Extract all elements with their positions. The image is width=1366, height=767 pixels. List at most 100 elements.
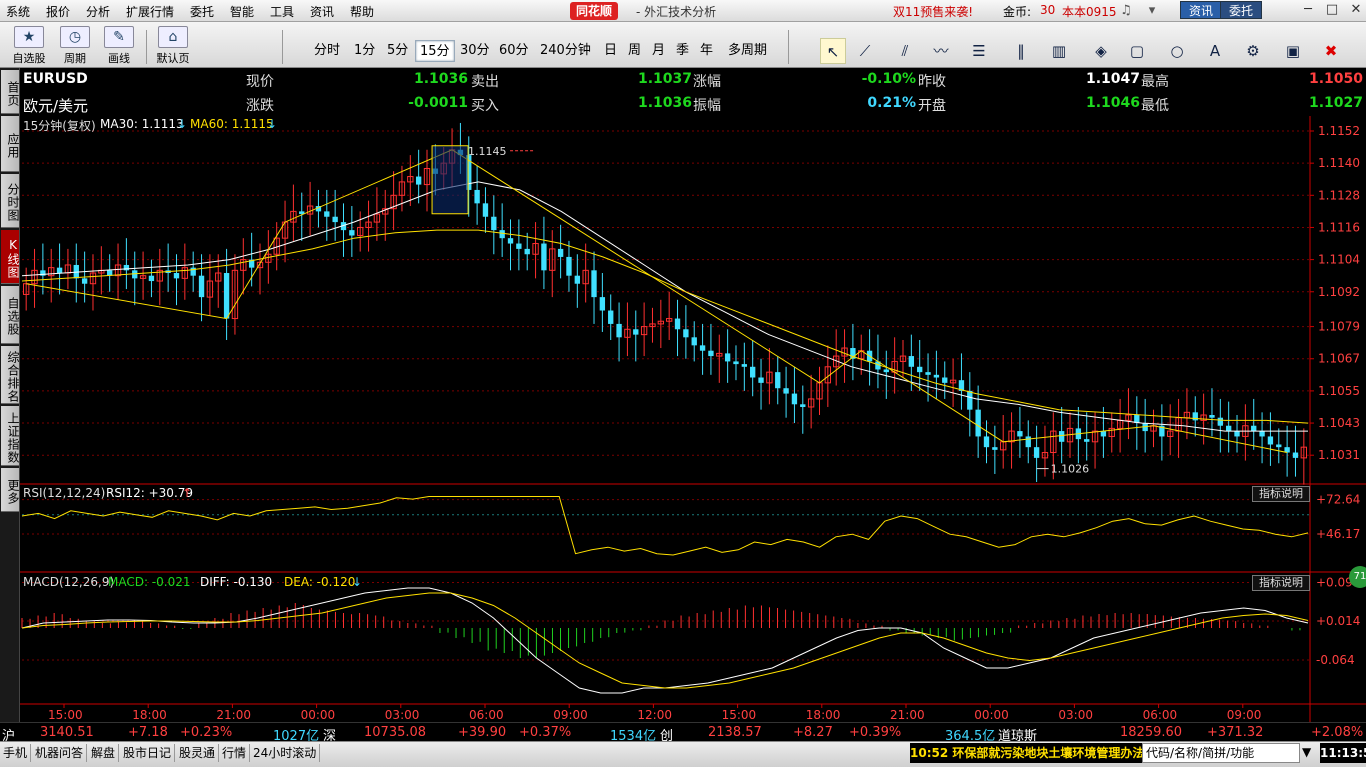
status-qa[interactable]: 机器问答 <box>32 744 88 762</box>
fib-tool-icon[interactable]: ☰ <box>966 38 992 64</box>
bookmark-icon[interactable]: ▣ <box>1280 38 1306 64</box>
delete-icon[interactable]: ✖ <box>1318 38 1344 64</box>
label-change-pct: 涨幅 <box>693 74 721 90</box>
status-stockspirit[interactable]: 股灵通 <box>176 744 220 762</box>
menu-analysis[interactable]: 分析 <box>86 3 110 20</box>
tab-home[interactable]: 首页 <box>1 70 20 114</box>
price-tick-label: 1.1092 <box>1318 285 1360 299</box>
candle <box>758 377 764 383</box>
period-button[interactable]: ◷ 周期 <box>52 24 98 66</box>
ma60-arrow-icon: ↓ <box>267 117 278 131</box>
promo-link[interactable]: 双11预售来袭! <box>893 3 973 20</box>
search-input[interactable]: 代码/名称/简拼/功能 <box>1142 743 1300 763</box>
bell-icon[interactable]: ♫ <box>1117 2 1135 20</box>
menu-tools[interactable]: 工具 <box>270 3 294 20</box>
period-60min[interactable]: 60分 <box>495 40 533 62</box>
status-mobile[interactable]: 手机 <box>0 744 32 762</box>
period-month[interactable]: 月 <box>648 40 669 62</box>
kline-chart[interactable]: 1.1152 1.1140 1.1128 1.1116 1.1104 1.1092 1.10… <box>20 116 1366 722</box>
line-tool-icon[interactable]: ⟋ <box>852 38 878 64</box>
tab-intraday[interactable]: 分时图 <box>1 174 20 228</box>
candle <box>1292 452 1299 458</box>
search-dropdown-icon[interactable]: ▼ <box>1302 745 1311 759</box>
minimize-icon[interactable]: ─ <box>1296 1 1320 19</box>
trade-button[interactable]: 委托 <box>1220 1 1263 19</box>
low-marker-label: 1.1026 <box>1051 463 1090 476</box>
menu-news[interactable]: 资讯 <box>310 3 334 20</box>
menu-help[interactable]: 帮助 <box>350 3 374 20</box>
status-bar: 手机 机器问答 解盘 股市日记 股灵通 行情 24小时滚动 10:52 环保部就… <box>0 741 1366 767</box>
period-quarter[interactable]: 季 <box>672 40 693 62</box>
label-price: 现价 <box>246 74 274 90</box>
version-label[interactable]: 本本0915 <box>1062 3 1117 20</box>
menu-smart[interactable]: 智能 <box>230 3 254 20</box>
news-ticker[interactable]: 10:52 环保部就污染地块土壤环境管理办法 <box>910 743 1142 763</box>
menu-extended[interactable]: 扩展行情 <box>126 3 174 20</box>
gann-tool-icon[interactable]: ‖ <box>1008 38 1034 64</box>
tab-kline[interactable]: K线图 <box>1 230 20 284</box>
text-tool-icon[interactable]: A <box>1202 38 1228 64</box>
candle <box>524 248 530 255</box>
gear-icon[interactable]: ⚙ <box>1240 38 1266 64</box>
menu-bar: 系统 报价 分析 扩展行情 委托 智能 工具 资讯 帮助 同花顺 - 外汇技术分… <box>0 0 1366 22</box>
coin-label: 金币: <box>1003 5 1032 19</box>
menu-system[interactable]: 系统 <box>6 3 30 20</box>
time-label: 09:00 <box>1227 708 1262 722</box>
period-5min[interactable]: 5分 <box>383 40 412 62</box>
period-day[interactable]: 日 <box>600 40 621 62</box>
favorites-button[interactable]: ★ 自选股 <box>6 24 52 66</box>
menu-trade[interactable]: 委托 <box>190 3 214 20</box>
channel-tool-icon[interactable]: ◈ <box>1088 38 1114 64</box>
default-page-button[interactable]: ⌂ 默认页 <box>150 24 196 66</box>
period-30min[interactable]: 30分 <box>456 40 494 62</box>
rsi-help-button[interactable]: 指标说明 <box>1252 486 1310 502</box>
maximize-icon[interactable]: □ <box>1320 1 1344 19</box>
status-market[interactable]: 行情 <box>219 744 251 762</box>
symbol-name: 欧元/美元 <box>23 97 89 115</box>
chart-area[interactable]: 1.1152 1.1140 1.1128 1.1116 1.1104 1.1092 1.10… <box>20 116 1366 722</box>
cursor-icon[interactable]: ↖ <box>820 38 846 64</box>
tab-shanghai-index[interactable]: 上证指数 <box>1 406 20 466</box>
period-240min[interactable]: 240分钟 <box>536 40 595 62</box>
rsi-line <box>21 496 1309 556</box>
candle <box>1251 425 1257 432</box>
close-icon[interactable]: ✕ <box>1344 1 1366 19</box>
rect-tool-icon[interactable]: ▢ <box>1124 38 1150 64</box>
period-year[interactable]: 年 <box>696 40 717 62</box>
status-analysis[interactable]: 解盘 <box>88 744 120 762</box>
rsi-tick-label: +72.64 <box>1316 493 1360 507</box>
menu-quotes[interactable]: 报价 <box>46 3 70 20</box>
ellipse-tool-icon[interactable]: ○ <box>1164 38 1190 64</box>
tab-more[interactable]: 更多 <box>1 468 20 512</box>
price-tick-label: 1.1128 <box>1318 188 1360 202</box>
draw-line-button[interactable]: ✎ 画线 <box>96 24 142 66</box>
default-page-label: 默认页 <box>156 52 190 65</box>
parallel-tool-icon[interactable]: ⫽ <box>892 38 918 64</box>
wave-tool-icon[interactable]: 〰 <box>928 38 954 64</box>
tab-watchlist[interactable]: 自选股 <box>1 286 20 344</box>
macd-help-button[interactable]: 指标说明 <box>1252 575 1310 591</box>
period-1min[interactable]: 1分 <box>350 40 379 62</box>
period-multi[interactable]: 多周期 <box>724 40 771 62</box>
time-label: 06:00 <box>469 708 504 722</box>
period-intraday[interactable]: 分时 <box>310 40 344 62</box>
high-highlight-box <box>431 145 469 215</box>
status-24h[interactable]: 24小时滚动 <box>250 744 321 762</box>
status-diary[interactable]: 股市日记 <box>120 744 176 762</box>
window-title: - 外汇技术分析 <box>636 5 717 19</box>
candle <box>541 243 547 271</box>
value-bid: 1.1036 <box>637 95 692 111</box>
period-15min[interactable]: 15分 <box>415 40 455 62</box>
value-high: 1.1050 <box>1308 71 1363 87</box>
value-low: 1.1027 <box>1308 95 1363 111</box>
float-badge[interactable]: 71 <box>1349 566 1366 588</box>
tab-apps[interactable]: 应用 <box>1 116 20 172</box>
period-week[interactable]: 周 <box>624 40 645 62</box>
news-button[interactable]: 资讯 <box>1180 1 1223 19</box>
index-cy-change: +8.27 <box>793 725 833 740</box>
tab-ranking[interactable]: 综合排名 <box>1 346 20 404</box>
label-ask: 卖出 <box>471 74 499 90</box>
bars-tool-icon[interactable]: ▥ <box>1046 38 1072 64</box>
shirt-icon[interactable]: ▾ <box>1143 2 1161 20</box>
high-marker-label: 1.1145 <box>468 145 507 158</box>
